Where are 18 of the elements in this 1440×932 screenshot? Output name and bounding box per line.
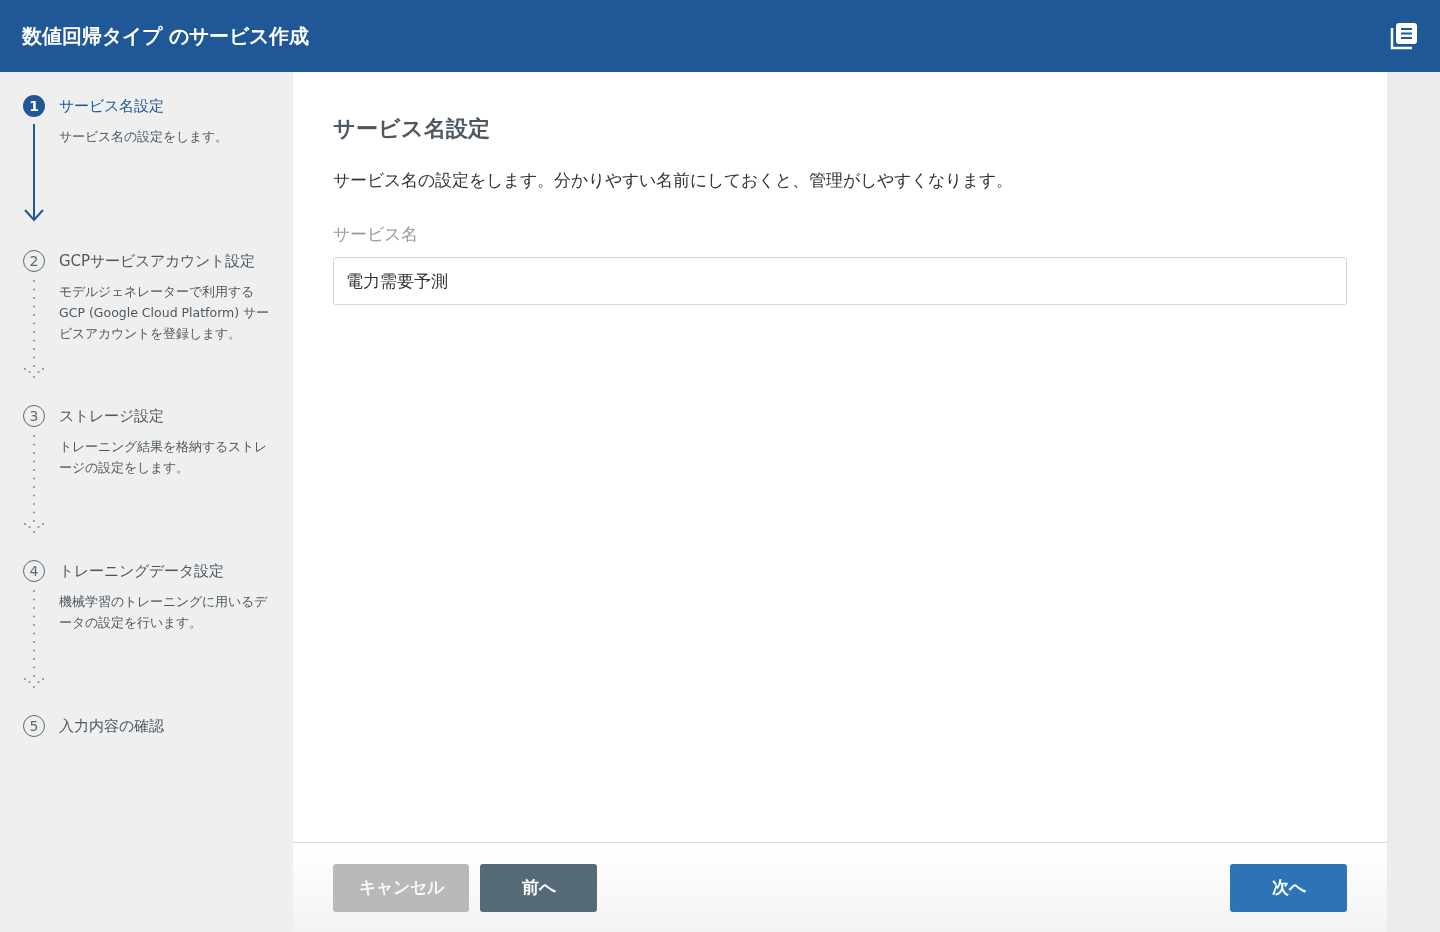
step-title[interactable]: 入力内容の確認	[59, 715, 164, 738]
step-description: 機械学習のトレーニングに用いるデータの設定を行います。	[59, 592, 269, 632]
step-description: サービス名の設定をします。	[59, 127, 229, 146]
step-description: トレーニング結果を格納するストレージの設定をします。	[59, 437, 268, 477]
documents-icon[interactable]	[1390, 22, 1418, 50]
step-title[interactable]: サービス名設定	[59, 95, 164, 118]
section-description: サービス名の設定をします。分かりやすい名前にしておくと、管理がしやすくなります。	[333, 170, 1014, 192]
service-name-field[interactable]: 電力需要予測	[333, 257, 1347, 306]
step-description: モデルジェネレーターで利用する GCP (Google Cloud Platform) サービスアカウントを登録します。	[59, 282, 271, 343]
step-title[interactable]: GCPサービスアカウント設定	[59, 250, 256, 273]
section-heading: サービス名設定	[333, 115, 491, 143]
back-button[interactable]: 前へ	[480, 863, 597, 912]
field-label: サービス名	[333, 222, 419, 246]
step-title[interactable]: トレーニングデータ設定	[59, 560, 224, 583]
step-number: 1	[23, 95, 45, 118]
page-title: 数値回帰タイプ のサービス作成	[22, 23, 309, 50]
next-button[interactable]: 次へ	[1230, 863, 1347, 912]
step-title[interactable]: ストレージ設定	[59, 405, 164, 428]
